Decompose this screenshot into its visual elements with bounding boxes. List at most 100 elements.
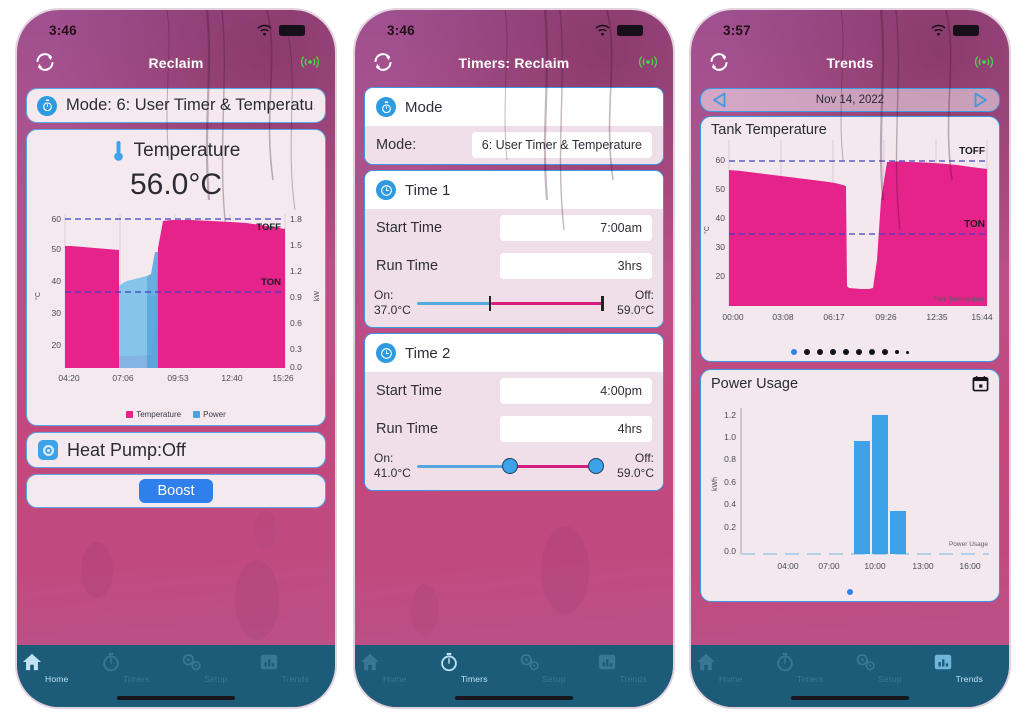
section-header-mode: Mode — [365, 88, 663, 126]
row-label: Start Time — [376, 383, 443, 399]
tab-setup-label: Setup — [204, 674, 228, 684]
tab-trends[interactable]: Trends — [259, 652, 331, 684]
mode-select-value[interactable]: 6: User Timer & Temperature — [471, 132, 652, 158]
temperature-range-slider-2[interactable]: On: 41.0°C Off: 59.0°C — [365, 448, 663, 490]
page-dot[interactable] — [847, 589, 853, 595]
clock-icon — [376, 180, 396, 200]
calendar-icon[interactable] — [972, 375, 989, 392]
chart-legend: Temperature Power — [31, 408, 321, 419]
row-label: Mode: — [376, 137, 417, 153]
row-label: Run Time — [376, 421, 439, 437]
status-time: 3:46 — [49, 22, 77, 38]
svg-text:60: 60 — [52, 214, 62, 224]
refresh-icon[interactable] — [707, 50, 731, 74]
svg-text:1.2: 1.2 — [724, 410, 736, 420]
svg-text:0.9: 0.9 — [290, 292, 302, 302]
status-time: 3:57 — [723, 22, 751, 38]
section-time-1: Time 1 Start Time 7:00am Run Time 3hrs O… — [364, 170, 664, 328]
tab-setup[interactable]: Setup — [180, 652, 252, 684]
page-dot[interactable] — [906, 350, 910, 354]
page-dot[interactable] — [816, 349, 823, 355]
svg-text:20: 20 — [716, 271, 726, 281]
row-run-time[interactable]: Run Time 4hrs — [365, 410, 663, 448]
mode-bar-card[interactable]: Mode: 6: User Timer & Temperatu... — [26, 88, 326, 123]
tab-trends[interactable]: Trends — [597, 652, 669, 684]
battery-icon — [279, 24, 305, 36]
refresh-icon[interactable] — [371, 50, 395, 74]
section-title: Mode — [405, 98, 443, 116]
page-title: Trends — [826, 55, 874, 71]
page-dot[interactable] — [894, 349, 900, 355]
tank-temperature-chart[interactable]: 60 50 40 30 20 °C TOFF TON Tank Temperat… — [701, 140, 999, 344]
refresh-icon[interactable] — [33, 50, 57, 74]
row-start-time[interactable]: Start Time 4:00pm — [365, 372, 663, 410]
section-header-time-2: Time 2 — [365, 334, 663, 372]
tab-home[interactable]: Home — [695, 652, 767, 684]
section-title: Time 1 — [405, 181, 451, 199]
start-time-value[interactable]: 7:00am — [500, 215, 652, 241]
power-usage-chart[interactable]: 1.2 1.0 0.8 0.6 0.4 0.2 0.0 kWh Power Us… — [701, 394, 999, 584]
tank-temperature-title-row: Tank Temperature — [701, 117, 999, 140]
svg-text:0.6: 0.6 — [290, 318, 302, 328]
row-mode[interactable]: Mode: 6: User Timer & Temperature — [365, 126, 663, 164]
boost-button[interactable]: Boost — [139, 479, 213, 503]
tank-chart-page-dots[interactable] — [701, 344, 999, 361]
tab-timers[interactable]: Timers — [100, 652, 172, 684]
svg-text:kW: kW — [314, 291, 321, 302]
tab-home-label: Home — [383, 674, 407, 684]
gear-icon — [38, 440, 58, 460]
selected-date[interactable]: Nov 14, 2022 — [816, 94, 884, 106]
prev-day-button[interactable] — [710, 91, 728, 109]
tab-home[interactable]: Home — [21, 652, 93, 684]
run-time-value[interactable]: 4hrs — [500, 416, 652, 442]
page-dot[interactable] — [829, 349, 836, 355]
svg-text:15:44: 15:44 — [971, 312, 993, 322]
svg-text:06:17: 06:17 — [823, 312, 845, 322]
svg-text:1.2: 1.2 — [290, 266, 302, 276]
page-dot[interactable] — [790, 349, 797, 355]
tab-setup[interactable]: Setup — [518, 652, 590, 684]
svg-text:16:00: 16:00 — [959, 561, 981, 571]
next-day-button[interactable] — [972, 91, 990, 109]
svg-text:15:26: 15:26 — [272, 373, 294, 383]
page-dot[interactable] — [868, 349, 875, 355]
tab-setup[interactable]: Setup — [854, 652, 926, 684]
tab-timers[interactable]: Timers — [774, 652, 846, 684]
nav-bar: Reclaim — [17, 44, 335, 82]
svg-text:°C: °C — [34, 292, 42, 300]
start-time-value[interactable]: 4:00pm — [500, 378, 652, 404]
tab-bar: Home Timers Setup Trends — [355, 645, 673, 707]
battery-icon — [617, 24, 643, 36]
page-dot[interactable] — [881, 349, 888, 355]
svg-text:Power Usage: Power Usage — [949, 541, 988, 548]
tab-trends[interactable]: Trends — [933, 652, 1005, 684]
home-temperature-chart[interactable]: 60 50 40 30 20 °C 1.8 1.5 1.2 0.9 0.6 0.… — [27, 208, 325, 425]
power-chart-page-dots[interactable] — [701, 584, 999, 601]
row-start-time[interactable]: Start Time 7:00am — [365, 209, 663, 247]
slider-thumb-high[interactable] — [587, 458, 604, 474]
slider-on-label: On: — [374, 451, 394, 465]
page-dot[interactable] — [855, 349, 862, 355]
slider-thumb-low[interactable] — [488, 296, 492, 311]
row-run-time[interactable]: Run Time 3hrs — [365, 247, 663, 285]
tab-home[interactable]: Home — [359, 652, 431, 684]
svg-text:04:20: 04:20 — [58, 373, 80, 383]
svg-text:TON: TON — [261, 277, 281, 288]
tab-timers[interactable]: Timers — [438, 652, 510, 684]
slider-thumb-low[interactable] — [502, 458, 519, 474]
page-dot[interactable] — [842, 349, 849, 355]
temperature-range-slider-1[interactable]: On: 37.0°C Off: 59.0°C — [365, 285, 663, 327]
slider-track[interactable] — [416, 458, 611, 474]
heat-pump-card[interactable]: Heat Pump:Off — [26, 432, 326, 468]
slider-off-label: Off: — [634, 451, 654, 465]
heat-pump-status: Heat Pump:Off — [67, 439, 186, 460]
slider-track[interactable] — [416, 296, 611, 311]
tab-home-label: Home — [45, 674, 69, 684]
page-dot[interactable] — [803, 349, 810, 355]
slider-thumb-high[interactable] — [601, 296, 604, 311]
home-indicator — [455, 696, 573, 700]
run-time-value[interactable]: 3hrs — [500, 253, 652, 279]
svg-text:09:53: 09:53 — [167, 373, 189, 383]
battery-icon — [953, 24, 979, 36]
slider-on-value: 41.0°C — [374, 466, 411, 480]
